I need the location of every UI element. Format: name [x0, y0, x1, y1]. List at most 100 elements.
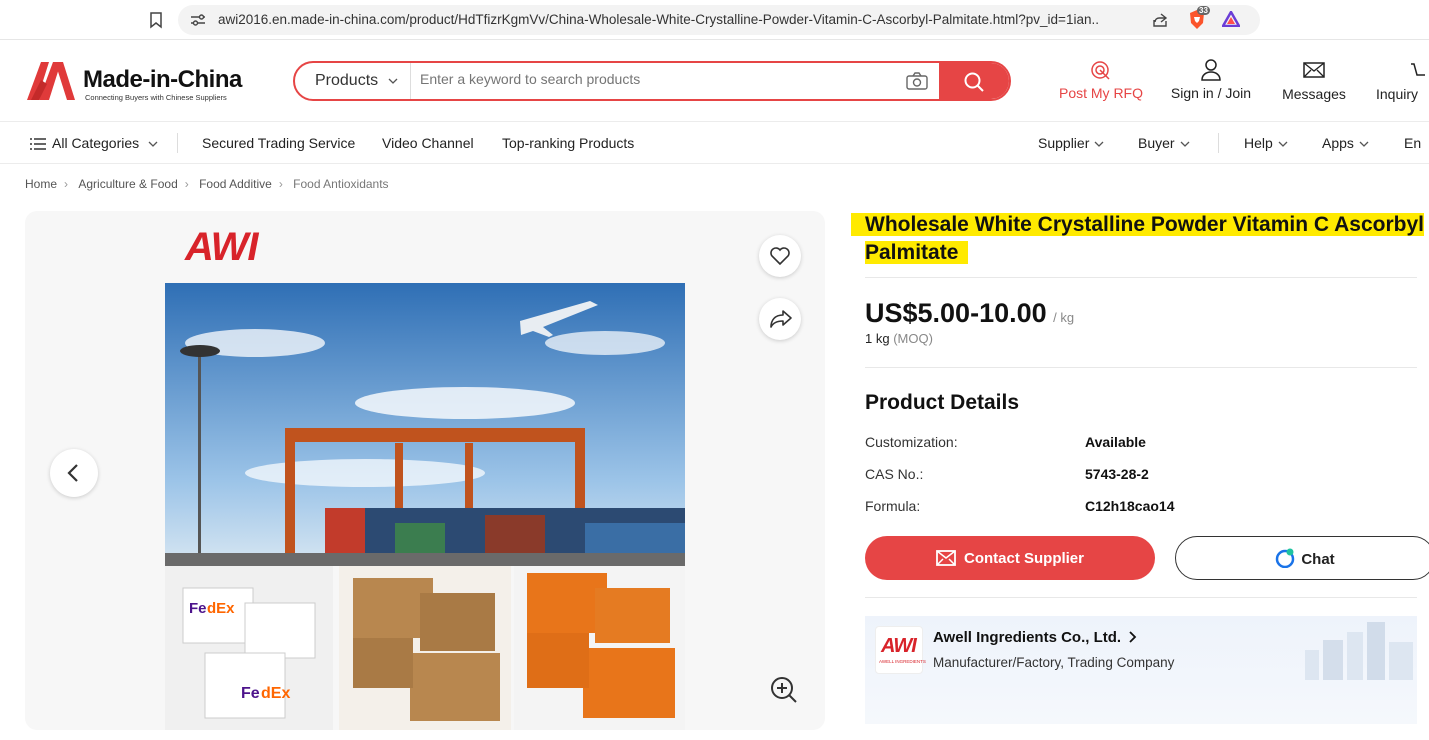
chevron-down-icon	[1359, 141, 1369, 148]
camera-search-icon[interactable]	[906, 72, 928, 90]
city-skyline-decoration	[1305, 622, 1413, 680]
company-name: Awell Ingredients Co., Ltd.	[933, 629, 1122, 646]
chevron-left-icon	[67, 464, 78, 482]
moq-label: (MOQ)	[893, 331, 933, 346]
company-logo-sub: AWELL INGREDIENTS	[879, 659, 926, 664]
menu-list-icon	[30, 138, 46, 150]
chevron-down-icon	[1180, 141, 1190, 148]
category-nav: All Categories Secured Trading Service V…	[0, 122, 1429, 164]
site-header: Made-in-China Connecting Buyers with Chi…	[0, 40, 1429, 122]
product-gallery: AWI Fe dEx Fe dEx	[25, 211, 825, 730]
search-input[interactable]	[420, 71, 890, 87]
product-title: Wholesale White Crystalline Powder Vitam…	[865, 211, 1425, 267]
site-settings-icon[interactable]	[190, 13, 206, 27]
search-icon	[964, 72, 984, 92]
post-rfq-label: Post My RFQ	[1058, 85, 1143, 101]
nav-help[interactable]: Help	[1244, 135, 1288, 151]
moq: 1 kg (MOQ)	[865, 331, 933, 346]
chat-button[interactable]: Chat	[1175, 536, 1429, 580]
chat-label: Chat	[1301, 551, 1335, 568]
sign-in-label: Sign in / Join	[1170, 85, 1252, 101]
nav-apps-label: Apps	[1322, 135, 1354, 151]
product-image[interactable]: Fe dEx Fe dEx	[165, 283, 685, 730]
nav-supplier-label: Supplier	[1038, 135, 1090, 151]
company-logo: AWI AWELL INGREDIENTS	[875, 626, 926, 674]
search-category-select[interactable]: Products	[295, 63, 411, 99]
company-card[interactable]: AWI AWELL INGREDIENTS Awell Ingredients …	[865, 616, 1417, 724]
chevron-down-icon	[388, 78, 398, 84]
browser-toolbar: awi2016.en.made-in-china.com/product/HdT…	[0, 0, 1429, 40]
user-icon	[1201, 59, 1221, 81]
rfq-target-icon	[1091, 61, 1110, 80]
bookmark-icon[interactable]	[148, 11, 164, 29]
extension-badge: 33	[1197, 6, 1210, 15]
zoom-in-icon[interactable]	[769, 675, 799, 705]
chat-bubble-icon	[1276, 548, 1295, 569]
site-logo[interactable]: Made-in-China Connecting Buyers with Chi…	[25, 60, 250, 104]
divider	[865, 597, 1417, 598]
rewards-triangle-icon[interactable]	[1222, 11, 1240, 27]
divider	[865, 277, 1417, 278]
messages-label: Messages	[1282, 86, 1346, 102]
share-arrow-icon	[770, 310, 792, 328]
breadcrumb-food-additive[interactable]: Food Additive	[199, 177, 272, 191]
nav-buyer[interactable]: Buyer	[1138, 135, 1190, 151]
chevron-down-icon	[148, 141, 158, 148]
inquiry-label: Inquiry	[1376, 86, 1419, 102]
nav-apps[interactable]: Apps	[1322, 135, 1369, 151]
envelope-icon	[936, 549, 956, 566]
inquiry-link[interactable]: Inquiry	[1376, 63, 1429, 102]
previous-image-button[interactable]	[50, 449, 98, 497]
search-category-label: Products	[315, 72, 379, 89]
nav-top-ranking[interactable]: Top-ranking Products	[502, 135, 634, 151]
sign-in-link[interactable]: Sign in / Join	[1166, 59, 1256, 101]
chevron-right-icon: ›	[64, 176, 69, 191]
messages-link[interactable]: Messages	[1278, 62, 1350, 102]
nav-help-label: Help	[1244, 135, 1273, 151]
logo-text: Made-in-China	[83, 66, 242, 93]
heart-icon	[770, 247, 790, 266]
detail-key-customization: Customization:	[865, 434, 958, 450]
share-icon[interactable]	[1152, 12, 1170, 28]
brave-shield-icon[interactable]: 33	[1188, 6, 1210, 30]
nav-divider	[1218, 133, 1219, 153]
chevron-down-icon	[1094, 141, 1104, 148]
nav-divider	[177, 133, 178, 153]
all-categories-label: All Categories	[52, 135, 140, 151]
chevron-right-icon: ›	[184, 176, 189, 191]
breadcrumb-agriculture[interactable]: Agriculture & Food	[78, 177, 177, 191]
chevron-down-icon	[1278, 141, 1288, 148]
detail-value-customization: Available	[1085, 434, 1146, 450]
contact-supplier-button[interactable]: Contact Supplier	[865, 536, 1155, 580]
favorite-button[interactable]	[759, 235, 801, 277]
cart-icon	[1411, 63, 1425, 76]
price-block: US$5.00-10.00 / kg	[865, 298, 1074, 329]
divider	[865, 367, 1417, 368]
svg-text:dEx: dEx	[207, 600, 235, 617]
all-categories-menu[interactable]: All Categories	[30, 135, 158, 151]
svg-text:dEx: dEx	[261, 685, 290, 702]
svg-text:Fe: Fe	[241, 685, 260, 702]
post-rfq-link[interactable]: Post My RFQ	[1058, 61, 1144, 101]
search-bar: Products	[293, 61, 1011, 101]
company-name-link[interactable]: Awell Ingredients Co., Ltd.	[933, 629, 1137, 646]
nav-language[interactable]: En	[1404, 135, 1429, 151]
breadcrumb-current: Food Antioxidants	[293, 176, 389, 191]
search-button[interactable]	[939, 63, 1009, 99]
share-button[interactable]	[759, 298, 801, 340]
made-in-china-logo-icon	[27, 62, 75, 100]
detail-value-cas: 5743-28-2	[1085, 466, 1149, 482]
envelope-icon	[1303, 62, 1325, 78]
nav-video-channel[interactable]: Video Channel	[382, 135, 474, 151]
detail-value-formula: C12h18cao14	[1085, 498, 1175, 514]
company-type: Manufacturer/Factory, Trading Company	[933, 655, 1175, 670]
chevron-right-icon	[1129, 631, 1137, 643]
nav-secured-trading[interactable]: Secured Trading Service	[202, 135, 355, 151]
breadcrumb: Home › Agriculture & Food › Food Additive ›…	[25, 176, 389, 191]
product-title-text: Wholesale White Crystalline Powder Vitam…	[865, 213, 1424, 264]
address-bar[interactable]: awi2016.en.made-in-china.com/product/HdT…	[178, 5, 1260, 35]
breadcrumb-home[interactable]: Home	[25, 177, 57, 191]
svg-text:Fe: Fe	[189, 600, 207, 617]
nav-supplier[interactable]: Supplier	[1038, 135, 1104, 151]
company-logo-text: AWI	[881, 635, 917, 657]
